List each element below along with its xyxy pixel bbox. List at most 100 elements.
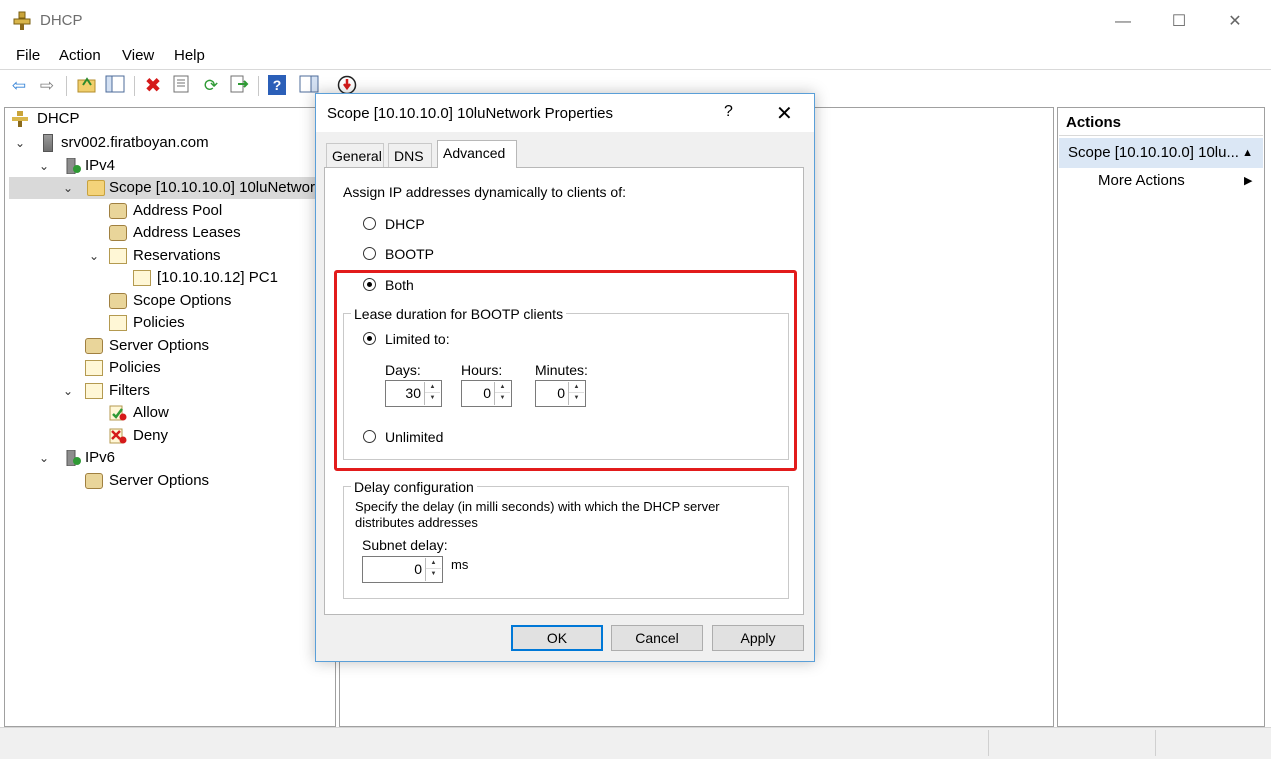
tree-label: Scope Options — [133, 292, 232, 309]
deny-icon — [109, 428, 127, 444]
tree-label: [10.10.10.12] PC1 — [157, 269, 278, 286]
status-divider — [1155, 730, 1156, 756]
reservation-icon — [133, 270, 151, 286]
window-title: DHCP — [40, 12, 83, 29]
chevron-down-icon[interactable]: ⌄ — [87, 245, 101, 267]
allow-icon — [109, 405, 127, 421]
dhcp-radio-label[interactable]: DHCP — [385, 216, 425, 232]
toolbar-separator — [134, 76, 135, 96]
close-window-button[interactable]: ✕ — [1212, 8, 1258, 36]
cancel-button[interactable]: Cancel — [611, 625, 703, 651]
back-icon[interactable]: ⇦ — [8, 75, 30, 97]
subnet-delay-label: Subnet delay: — [362, 537, 448, 553]
server-options-icon — [85, 338, 103, 354]
status-bar — [0, 727, 1271, 759]
tree-label: Policies — [109, 359, 161, 376]
tree-label: Scope [10.10.10.0] 10luNetwork — [109, 179, 323, 196]
tree-label: Reservations — [133, 247, 221, 264]
delete-icon[interactable]: ✖ — [142, 75, 164, 97]
status-divider — [988, 730, 989, 756]
dhcp-radio[interactable] — [363, 217, 376, 230]
menu-bar: File Action View Help — [0, 44, 1271, 70]
show-hide-tree-icon[interactable] — [104, 75, 126, 97]
menu-view[interactable]: View — [122, 47, 154, 64]
spin-buttons: ▲ ▼ — [425, 558, 441, 581]
address-pool-icon — [109, 203, 127, 219]
dialog-title-bar: Scope [10.10.10.0] 10luNetwork Propertie… — [316, 94, 814, 132]
chevron-down-icon[interactable]: ⌄ — [37, 447, 51, 469]
actions-scope-label: Scope [10.10.10.0] 10lu... — [1068, 144, 1239, 161]
tree-label: Deny — [133, 427, 169, 444]
ms-unit-label: ms — [451, 557, 469, 572]
folder-icon — [87, 180, 105, 196]
tree-label: Server Options — [109, 472, 210, 489]
refresh-icon[interactable]: ⟳ — [200, 75, 222, 97]
chevron-down-icon[interactable]: ⌄ — [61, 177, 75, 199]
tree-label: Address Leases — [133, 224, 241, 241]
server-icon — [43, 134, 53, 152]
properties-icon[interactable] — [170, 75, 192, 97]
address-leases-icon — [109, 225, 127, 241]
scope-options-icon — [109, 293, 127, 309]
tab-general[interactable]: General — [326, 143, 384, 167]
up-folder-icon[interactable] — [76, 75, 98, 97]
tree-node-scope[interactable]: ⌄ Scope [10.10.10.0] 10luNetwork — [9, 177, 322, 199]
policies-icon — [85, 360, 103, 376]
subnet-delay-spinbox[interactable]: 0 ▲ ▼ — [362, 556, 443, 583]
tree-label: Filters — [109, 382, 150, 399]
subnet-delay-value: 0 — [414, 561, 422, 577]
submenu-arrow-icon: ▶ — [1244, 175, 1253, 187]
policies-icon — [109, 315, 127, 331]
minimize-button[interactable]: — — [1100, 8, 1146, 36]
actions-pane: Actions Scope [10.10.10.0] 10lu... ▲ Mor… — [1057, 107, 1265, 727]
tab-dns[interactable]: DNS — [388, 143, 432, 167]
actions-header: Actions — [1059, 110, 1263, 136]
tree-label: IPv6 — [85, 449, 116, 466]
tree-label: Policies — [133, 314, 185, 331]
delay-description-line2: distributes addresses — [355, 515, 478, 530]
delay-description-line1: Specify the delay (in milli seconds) wit… — [355, 499, 720, 514]
help-icon[interactable]: ? — [268, 75, 286, 95]
tree-label: DHCP — [37, 110, 80, 127]
console-tree: DHCP ⌄ srv002.firatboyan.com ⌄ IPv4 ⌄ Sc… — [4, 107, 336, 727]
chevron-down-icon[interactable]: ⌄ — [37, 155, 51, 177]
tab-advanced[interactable]: Advanced — [437, 140, 517, 168]
actions-scope-item[interactable]: Scope [10.10.10.0] 10lu... ▲ — [1059, 138, 1263, 168]
highlight-annotation — [334, 270, 797, 471]
ipv6-icon — [66, 450, 81, 466]
more-actions-link[interactable]: More Actions — [1098, 172, 1185, 189]
menu-file[interactable]: File — [16, 47, 40, 64]
tree-label: srv002.firatboyan.com — [61, 134, 209, 151]
reservations-icon — [109, 248, 127, 264]
tree-label: Address Pool — [133, 202, 223, 219]
forward-icon[interactable]: ⇨ — [36, 75, 58, 97]
bootp-radio-label[interactable]: BOOTP — [385, 246, 434, 262]
maximize-button[interactable]: ☐ — [1156, 8, 1202, 36]
menu-action[interactable]: Action — [59, 47, 101, 64]
spin-down-icon[interactable]: ▼ — [426, 569, 441, 580]
toolbar-separator — [66, 76, 67, 96]
server-options-icon — [85, 473, 103, 489]
dhcp-app-icon — [13, 11, 31, 30]
dialog-help-button[interactable]: ? — [724, 103, 733, 121]
ok-button[interactable]: OK — [511, 625, 603, 651]
tree-label: Allow — [133, 404, 169, 421]
apply-button[interactable]: Apply — [712, 625, 804, 651]
bootp-radio[interactable] — [363, 247, 376, 260]
title-bar: DHCP — ☐ ✕ — [0, 0, 1271, 44]
dialog-close-button[interactable]: ✕ — [776, 101, 793, 126]
dialog-title: Scope [10.10.10.0] 10luNetwork Propertie… — [327, 105, 614, 122]
spin-up-icon[interactable]: ▲ — [426, 558, 441, 569]
tree-label: Server Options — [109, 337, 210, 354]
tree-label: IPv4 — [85, 157, 116, 174]
chevron-down-icon[interactable]: ⌄ — [61, 380, 75, 402]
menu-help[interactable]: Help — [174, 47, 205, 64]
toolbar-separator — [258, 76, 259, 96]
collapse-icon[interactable]: ▲ — [1242, 138, 1253, 168]
ipv4-icon — [66, 158, 81, 174]
export-list-icon[interactable] — [228, 75, 250, 97]
assign-label: Assign IP addresses dynamically to clien… — [343, 184, 626, 200]
chevron-down-icon[interactable]: ⌄ — [13, 132, 27, 154]
dhcp-icon — [12, 111, 28, 127]
filters-icon — [85, 383, 103, 399]
